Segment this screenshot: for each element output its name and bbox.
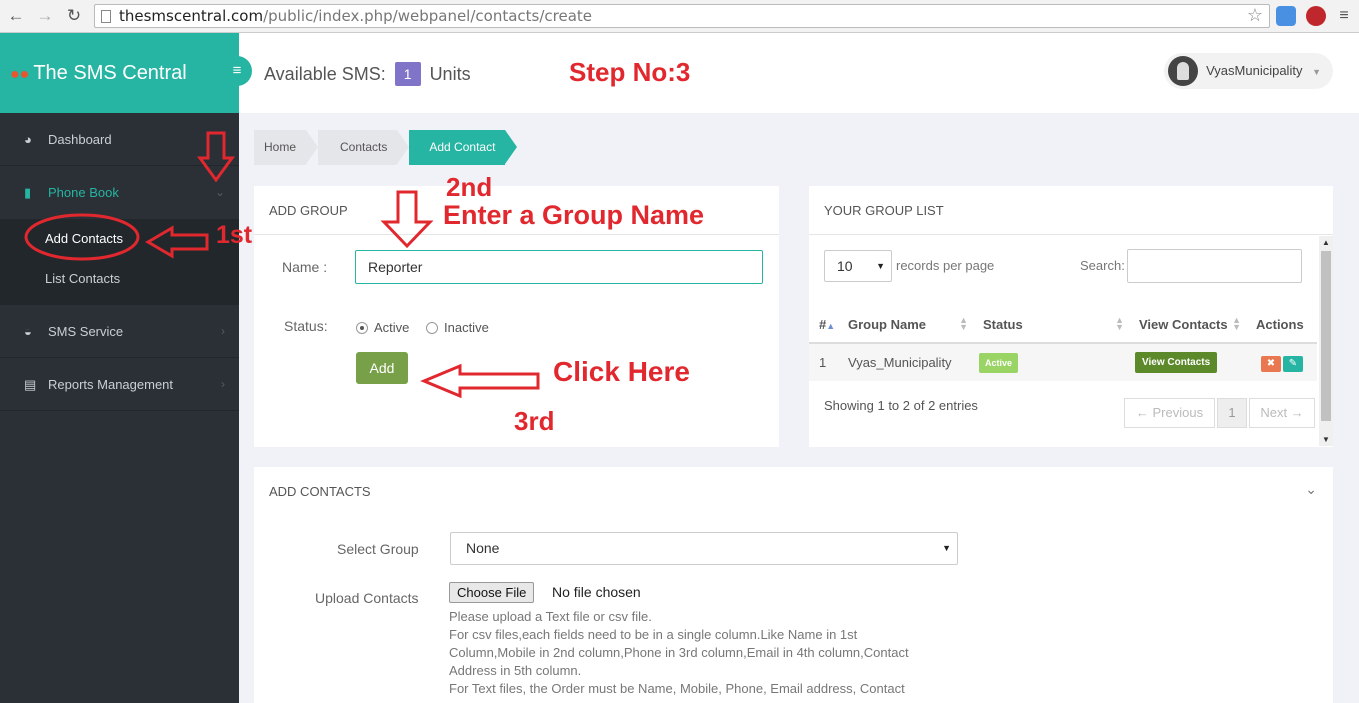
annotation-second: 2nd [446, 172, 493, 202]
highlight-add-contacts [24, 213, 140, 261]
arrow-down-phonebook [197, 131, 235, 183]
annotation-first: 1st [216, 221, 253, 249]
annotation-enter-group: Enter a Group Name [443, 200, 705, 230]
arrow-left-add-button [420, 363, 540, 399]
arrow-down-name-input [380, 190, 434, 249]
arrow-left-add-contacts [145, 225, 209, 259]
annotation-third: 3rd [514, 406, 555, 436]
annotation-overlay [24, 131, 540, 399]
annotation-click-here: Click Here [553, 356, 690, 387]
